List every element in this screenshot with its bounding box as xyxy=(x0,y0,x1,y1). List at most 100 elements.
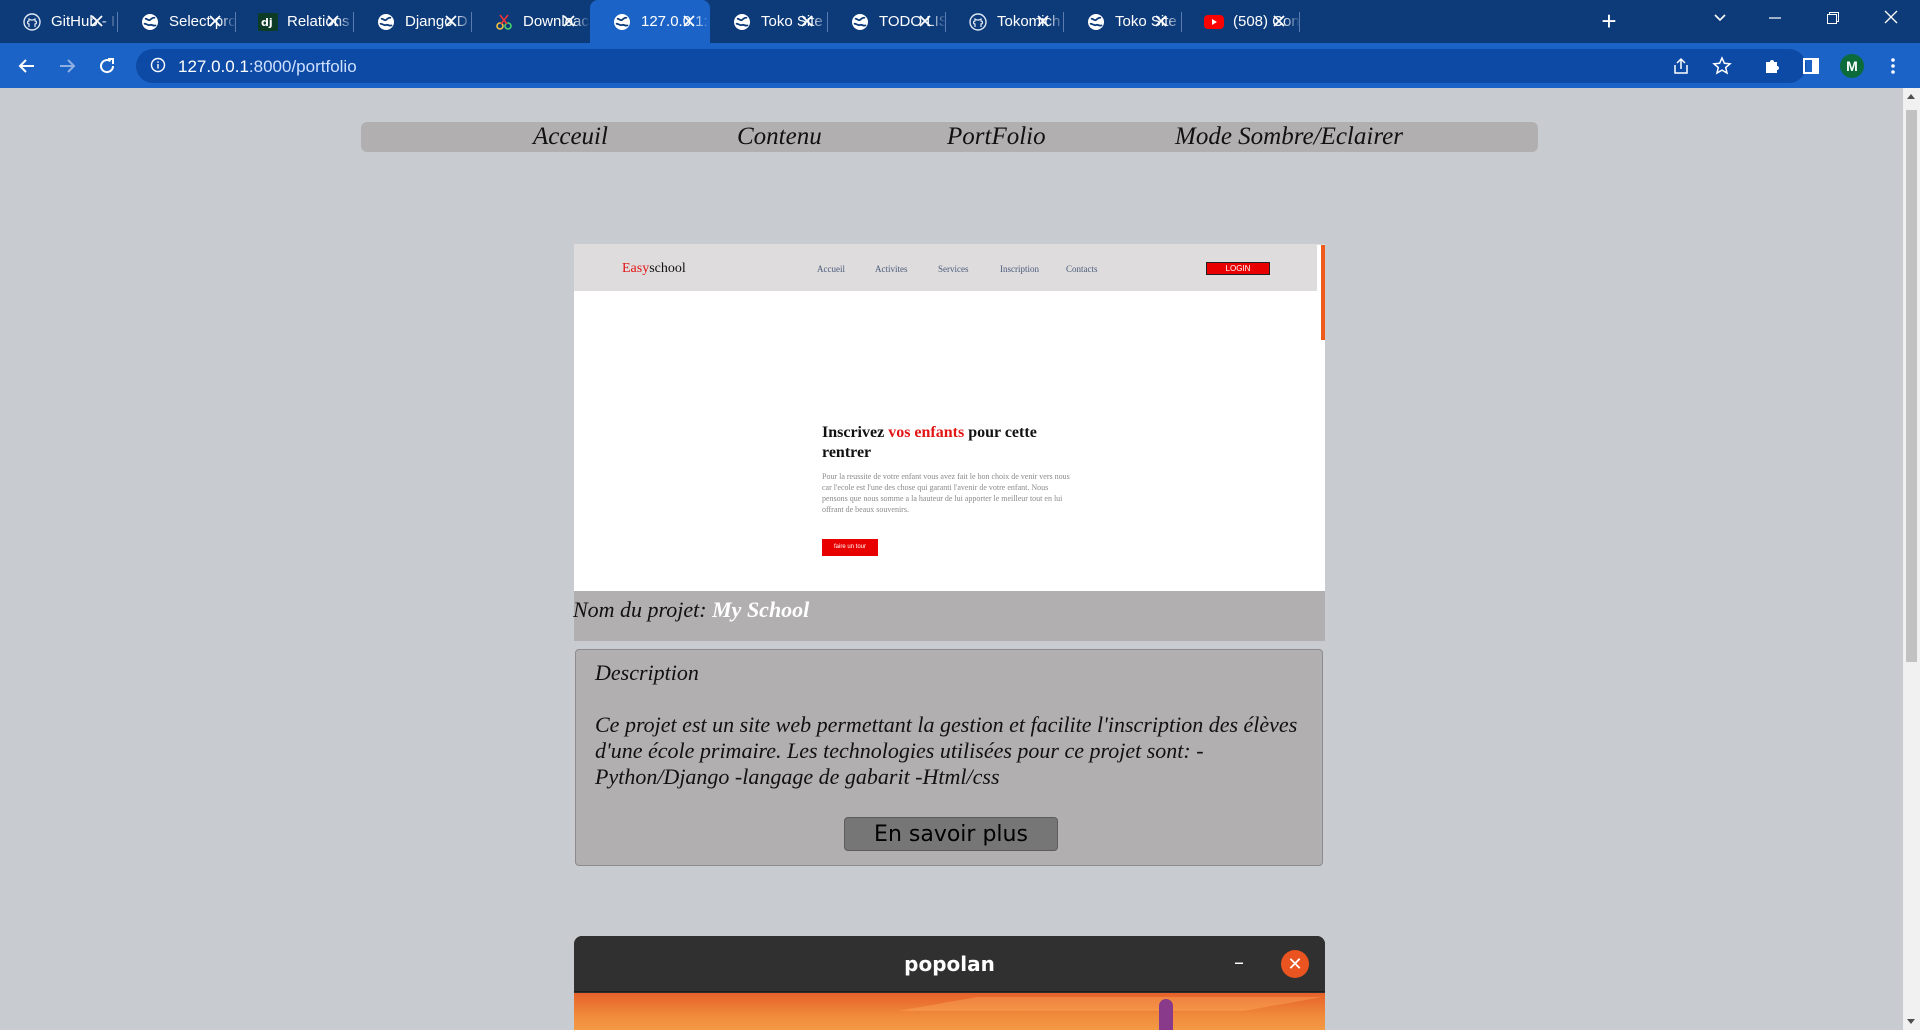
tab-close-icon[interactable] xyxy=(798,12,816,30)
tab-title: Toko Site xyxy=(761,13,823,30)
browser-tab[interactable]: TODO LIS xyxy=(828,0,946,43)
browser-tab[interactable]: Select pro xyxy=(118,0,236,43)
address-bar[interactable]: 127.0.0.1:8000/portfolio xyxy=(136,49,1806,83)
tab-close-icon[interactable] xyxy=(680,12,698,30)
globe-icon xyxy=(612,12,632,32)
github-icon xyxy=(968,12,988,32)
restore-window-icon[interactable] xyxy=(1808,0,1858,40)
tab-title: (508) Con xyxy=(1233,13,1300,30)
project-name: Nom du projet: My School xyxy=(573,597,810,622)
project-description-box: Description Ce projet est un site web pe… xyxy=(575,649,1323,866)
project-2-screenshot: popolan – ✕ xyxy=(574,936,1325,1030)
tab-title: Toko Site xyxy=(1115,13,1177,30)
screenshot-hero-text: Pour la reussite de votre enfant vous av… xyxy=(822,472,1070,514)
extensions-puzzle-icon[interactable] xyxy=(1759,53,1785,79)
url-text: 127.0.0.1:8000/portfolio xyxy=(178,57,357,76)
browser-tab[interactable]: Django D xyxy=(354,0,472,43)
tab-title: Django D xyxy=(405,13,468,30)
minimize-window-icon[interactable] xyxy=(1750,0,1800,40)
forward-arrow-icon[interactable] xyxy=(53,52,81,80)
tab-close-icon[interactable] xyxy=(442,12,460,30)
tab-title: 127.0.0.1: xyxy=(641,13,708,30)
tab-close-icon[interactable] xyxy=(1152,12,1170,30)
scissors-icon xyxy=(494,12,514,32)
browser-tab[interactable]: GitHub - I xyxy=(0,0,118,43)
tab-title: GitHub - I xyxy=(51,13,116,30)
screenshot-login-button: LOGIN xyxy=(1206,262,1270,275)
popolan-wallpaper xyxy=(574,993,1325,1030)
bookmark-star-icon[interactable] xyxy=(1709,53,1735,79)
django-icon: dj xyxy=(258,12,278,32)
globe-icon xyxy=(1086,12,1106,32)
globe-icon xyxy=(376,12,396,32)
screenshot-hero-button: faire un tour xyxy=(822,539,878,556)
screenshot-accent-strip xyxy=(1321,245,1325,340)
site-navbar: Acceuil Contenu PortFolio Mode Sombre/Ec… xyxy=(361,122,1538,152)
learn-more-button[interactable]: En savoir plus xyxy=(844,817,1058,851)
browser-tab[interactable]: Tokomich xyxy=(946,0,1064,43)
profile-avatar[interactable]: M xyxy=(1840,54,1864,78)
page-scrollbar[interactable] xyxy=(1903,88,1920,1030)
reload-icon[interactable] xyxy=(93,52,121,80)
tab-title: Relations xyxy=(287,13,350,30)
popolan-window-title: popolan xyxy=(904,952,995,976)
browser-tab[interactable]: (508) Con xyxy=(1182,0,1300,43)
tab-title: Tokomich xyxy=(997,13,1061,30)
tab-close-icon[interactable] xyxy=(206,12,224,30)
browser-tab[interactable]: 127.0.0.1: xyxy=(590,0,710,43)
svg-text:dj: dj xyxy=(261,16,273,29)
nav-link-contenu[interactable]: Contenu xyxy=(737,122,822,152)
nav-link-dark-mode[interactable]: Mode Sombre/Eclairer xyxy=(1175,122,1403,152)
scroll-down-arrow-icon[interactable] xyxy=(1907,1019,1915,1024)
browser-tabstrip: GitHub - I Select pro dj Relations Django D D… xyxy=(0,0,1920,43)
nav-link-acceuil[interactable]: Acceuil xyxy=(533,122,608,152)
share-icon[interactable] xyxy=(1668,53,1694,79)
youtube-icon xyxy=(1204,12,1224,32)
project-screenshot: Easyschool Accueil Activites Services In… xyxy=(574,244,1325,591)
screenshot-navbar: Easyschool Accueil Activites Services In… xyxy=(574,245,1317,291)
screenshot-hero-title: Inscrivez vos enfants pour cette rentrer xyxy=(822,424,1037,461)
description-text: Ce projet est un site web permettant la … xyxy=(595,712,1298,789)
tab-title: TODO LIS xyxy=(879,13,946,30)
browser-tab[interactable]: Toko Site xyxy=(1064,0,1182,43)
easyschool-logo: Easyschool xyxy=(622,261,686,276)
popolan-window-header: popolan – ✕ xyxy=(574,936,1325,992)
screenshot-menu-services: Services xyxy=(938,264,969,274)
new-tab-button[interactable]: + xyxy=(1595,8,1623,36)
screenshot-menu-accueil: Accueil xyxy=(817,264,845,274)
globe-icon xyxy=(850,12,870,32)
screenshot-menu-contacts: Contacts xyxy=(1066,264,1098,274)
tab-close-icon[interactable] xyxy=(916,12,934,30)
scrollbar-thumb[interactable] xyxy=(1906,110,1917,662)
globe-icon xyxy=(140,12,160,32)
description-heading: Description xyxy=(595,660,699,685)
browser-tab[interactable]: Downloac xyxy=(472,0,590,43)
tab-close-icon[interactable] xyxy=(1034,12,1052,30)
popolan-minimize-icon: – xyxy=(1234,950,1244,974)
browser-toolbar: 127.0.0.1:8000/portfolio M xyxy=(0,43,1920,88)
project-name-value: My School xyxy=(712,597,810,622)
screenshot-menu-activites: Activites xyxy=(875,264,908,274)
tab-title: Select pro xyxy=(169,13,236,30)
tab-close-icon[interactable] xyxy=(1270,12,1288,30)
nav-link-portfolio[interactable]: PortFolio xyxy=(947,122,1046,152)
globe-icon xyxy=(732,12,752,32)
page-viewport: Acceuil Contenu PortFolio Mode Sombre/Ec… xyxy=(0,88,1903,1030)
popolan-close-icon: ✕ xyxy=(1281,950,1309,978)
tab-separator xyxy=(1299,12,1300,32)
close-window-icon[interactable] xyxy=(1866,0,1916,40)
side-panel-icon[interactable] xyxy=(1798,53,1824,79)
tab-search-chevron-icon[interactable] xyxy=(1695,0,1745,40)
browser-tab[interactable]: dj Relations xyxy=(236,0,354,43)
tab-close-icon[interactable] xyxy=(324,12,342,30)
tab-close-icon[interactable] xyxy=(88,12,106,30)
screenshot-menu-inscription: Inscription xyxy=(1000,264,1039,274)
tab-close-icon[interactable] xyxy=(560,12,578,30)
back-arrow-icon[interactable] xyxy=(13,52,41,80)
site-info-icon[interactable] xyxy=(150,57,166,78)
browser-tab[interactable]: Toko Site xyxy=(710,0,828,43)
browser-menu-icon[interactable] xyxy=(1880,53,1906,79)
scroll-up-arrow-icon[interactable] xyxy=(1907,94,1915,99)
github-icon xyxy=(22,12,42,32)
tab-title: Downloac xyxy=(523,13,589,30)
